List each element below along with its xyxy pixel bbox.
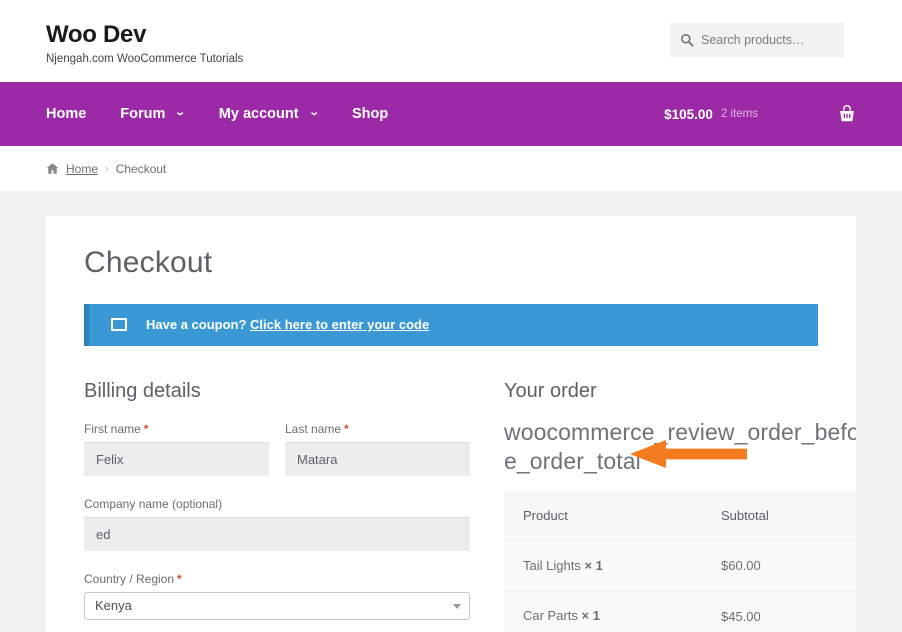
- nav-item-home[interactable]: Home: [46, 107, 103, 122]
- breadcrumb-current-page: Checkout: [115, 161, 167, 176]
- order-row-subtotal: $45.00: [702, 590, 856, 632]
- company-field-row: Company name (optional): [84, 497, 470, 551]
- country-region-select[interactable]: Kenya: [84, 591, 470, 620]
- required-marker: *: [344, 421, 349, 436]
- coupon-ticket-icon: [111, 318, 127, 331]
- chevron-down-icon[interactable]: ⌄: [308, 108, 319, 118]
- company-name-label: Company name (optional): [84, 496, 223, 511]
- order-row-product-cell: Car Parts × 1: [504, 590, 702, 632]
- order-table-head: Product Subtotal: [504, 491, 856, 541]
- coupon-notice[interactable]: Have a coupon? Click here to enter your …: [84, 303, 818, 346]
- order-table-body: Tail Lights × 1 $60.00 Car Parts × 1 $45…: [504, 540, 856, 632]
- site-title[interactable]: Woo Dev: [46, 21, 243, 48]
- breadcrumb-separator: ›: [105, 162, 109, 175]
- checkout-columns: Billing details First name* Last name*: [84, 378, 856, 632]
- nav-item-shop[interactable]: Shop: [335, 107, 405, 122]
- nav-item-my-account[interactable]: My account ⌄: [202, 107, 335, 122]
- last-name-label-text: Last name: [285, 421, 342, 436]
- first-name-label: First name *: [84, 422, 269, 436]
- primary-navigation-bar: Home Forum ⌄ My account ⌄ Shop $105.00 2…: [0, 82, 902, 146]
- last-name-input[interactable]: [285, 441, 470, 476]
- breadcrumb: Home › Checkout: [46, 146, 166, 191]
- order-row-subtotal: $60.00: [702, 540, 856, 591]
- required-marker: *: [177, 571, 182, 586]
- first-name-field-group: First name *: [84, 422, 269, 476]
- header-cart: $105.00 2 items: [664, 82, 856, 146]
- country-region-label-text: Country / Region: [84, 571, 175, 586]
- coupon-notice-prefix: Have a coupon?: [146, 317, 247, 332]
- order-row-product-cell: Tail Lights × 1: [504, 540, 702, 591]
- chevron-down-icon[interactable]: ⌄: [175, 108, 186, 118]
- hook-name-output: woocommerce_review_order_before_order_to…: [504, 418, 856, 478]
- first-name-input[interactable]: [84, 441, 269, 476]
- order-column-product: Product: [504, 491, 702, 541]
- your-order-heading: Your order: [504, 379, 597, 402]
- nav-item-shop-label: Shop: [351, 105, 389, 122]
- order-row-product-name: Car Parts: [523, 608, 578, 624]
- breadcrumb-strip: Home › Checkout: [0, 146, 902, 191]
- search-icon: [681, 34, 694, 47]
- nav-item-home-label: Home: [46, 105, 87, 122]
- last-name-field-group: Last name *: [285, 422, 470, 476]
- required-marker: *: [143, 421, 149, 436]
- page-content-wrapper: Checkout Have a coupon? Click here to en…: [0, 191, 902, 632]
- billing-details-column: Billing details First name* Last name*: [84, 378, 470, 632]
- company-name-field-group: Company name (optional): [84, 497, 470, 551]
- order-column-subtotal: Subtotal: [702, 491, 856, 541]
- site-tagline: Njengah.com WooCommerce Tutorials: [46, 53, 244, 66]
- cart-total-amount[interactable]: $105.00: [664, 107, 713, 122]
- site-masthead: Woo Dev Njengah.com WooCommerce Tutorial…: [0, 0, 902, 82]
- coupon-notice-text: Have a coupon? Click here to enter your …: [146, 317, 429, 332]
- primary-menu: Home Forum ⌄ My account ⌄ Shop: [46, 82, 405, 146]
- product-search-box[interactable]: Search products…: [670, 23, 844, 57]
- billing-details-heading: Billing details: [84, 379, 201, 402]
- search-input-placeholder[interactable]: Search products…: [701, 33, 805, 47]
- order-row-quantity: × 1: [584, 558, 603, 574]
- order-row-product-name: Tail Lights: [523, 558, 581, 574]
- checkout-card: Checkout Have a coupon? Click here to en…: [46, 216, 856, 632]
- shopping-basket-icon[interactable]: [838, 105, 856, 123]
- name-field-row: First name* Last name*: [84, 422, 470, 476]
- country-region-label: Country / Region *: [84, 572, 470, 586]
- chevron-down-icon[interactable]: [453, 603, 461, 609]
- home-icon[interactable]: [46, 162, 59, 175]
- nav-item-my-account-label: My account: [218, 105, 299, 122]
- nav-item-forum-label: Forum: [120, 105, 166, 122]
- page-title: Checkout: [84, 246, 213, 279]
- nav-item-forum[interactable]: Forum ⌄: [103, 107, 202, 122]
- breadcrumb-link-home[interactable]: Home: [66, 162, 98, 176]
- order-table-header-row: Product Subtotal: [504, 491, 856, 541]
- table-row: Car Parts × 1 $45.00: [504, 590, 856, 632]
- last-name-label: Last name *: [285, 422, 470, 436]
- order-review-table: Product Subtotal Tail Lights × 1 $60.00: [504, 491, 856, 632]
- first-name-label-text: First name: [84, 421, 141, 436]
- site-branding[interactable]: Woo Dev Njengah.com WooCommerce Tutorial…: [46, 21, 244, 67]
- country-field-row: Country / Region * Kenya: [84, 572, 470, 620]
- country-region-selected-value: Kenya: [95, 598, 132, 613]
- order-review-column: Your order woocommerce_review_order_befo…: [504, 378, 856, 632]
- company-name-input[interactable]: [84, 516, 470, 551]
- table-row: Tail Lights × 1 $60.00: [504, 540, 856, 591]
- hook-name-text: woocommerce_review_order_before_order_to…: [504, 418, 856, 475]
- order-row-quantity: × 1: [581, 608, 600, 624]
- cart-item-count[interactable]: 2 items: [721, 108, 758, 120]
- coupon-toggle-link[interactable]: Click here to enter your code: [250, 317, 429, 332]
- country-region-field-group: Country / Region * Kenya: [84, 572, 470, 620]
